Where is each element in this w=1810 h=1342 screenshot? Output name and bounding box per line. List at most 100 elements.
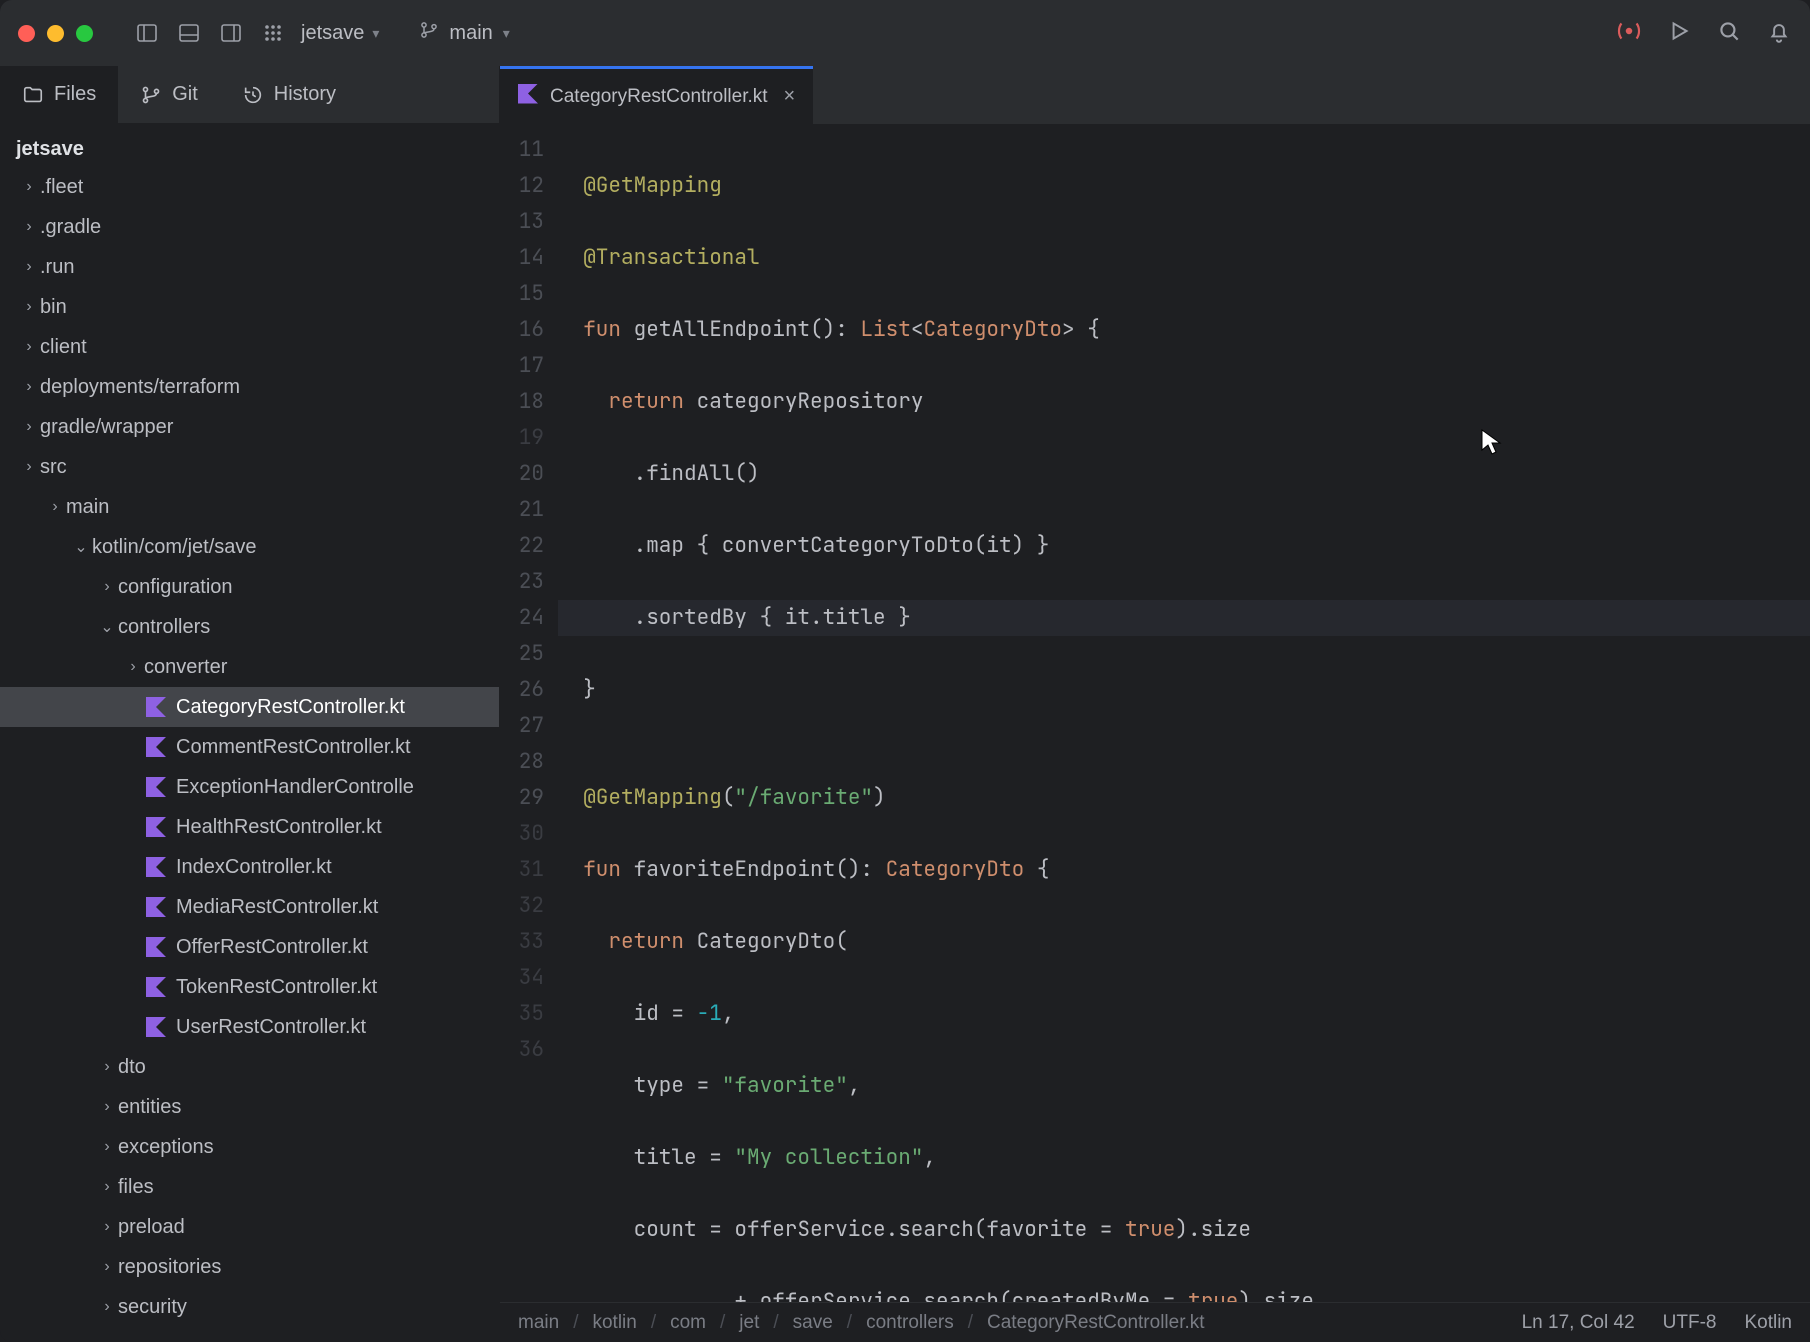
sidebar-tab-label: Git bbox=[172, 83, 198, 106]
right-panel-toggle-icon[interactable] bbox=[217, 19, 245, 47]
breadcrumb[interactable]: kotlin bbox=[592, 1312, 636, 1334]
chevron-right-icon: › bbox=[18, 378, 40, 396]
chevron-right-icon: › bbox=[122, 658, 144, 676]
notifications-icon[interactable] bbox=[1766, 18, 1792, 49]
chevron-right-icon: › bbox=[18, 418, 40, 436]
tree-folder[interactable]: ›.run bbox=[0, 247, 499, 287]
breadcrumb[interactable]: com bbox=[670, 1312, 706, 1334]
tree-folder[interactable]: ›main bbox=[0, 487, 499, 527]
branch-selector[interactable]: main ▾ bbox=[419, 20, 509, 46]
sidebar-tab-files[interactable]: Files bbox=[0, 66, 118, 123]
tree-folder[interactable]: ›dto bbox=[0, 1047, 499, 1087]
chevron-right-icon: › bbox=[96, 1178, 118, 1196]
close-window-button[interactable] bbox=[18, 25, 35, 42]
breadcrumbs-bar: main/ kotlin/ com/ jet/ save/ controller… bbox=[500, 1302, 1810, 1342]
tree-root[interactable]: jetsave bbox=[0, 132, 499, 167]
kotlin-icon bbox=[144, 1017, 168, 1037]
tree-folder[interactable]: ›converter bbox=[0, 647, 499, 687]
run-icon[interactable] bbox=[1666, 18, 1692, 49]
folder-icon bbox=[22, 84, 44, 106]
breadcrumb[interactable]: save bbox=[793, 1312, 833, 1334]
file-encoding[interactable]: UTF-8 bbox=[1663, 1312, 1717, 1334]
tree-file[interactable]: CommentRestController.kt bbox=[0, 727, 499, 767]
tree-folder[interactable]: ›files bbox=[0, 1167, 499, 1207]
chevron-right-icon: › bbox=[96, 1098, 118, 1116]
tree-folder[interactable]: ⌄kotlin/com/jet/save bbox=[0, 527, 499, 567]
tree-file[interactable]: UserRestController.kt bbox=[0, 1007, 499, 1047]
breadcrumb[interactable]: CategoryRestController.kt bbox=[987, 1312, 1205, 1334]
code-content[interactable]: @GetMapping @Transactional fun getAllEnd… bbox=[558, 124, 1810, 1302]
tree-folder[interactable]: ›preload bbox=[0, 1207, 499, 1247]
sidebar-tab-git[interactable]: Git bbox=[118, 66, 220, 123]
tree-file[interactable]: MediaRestController.kt bbox=[0, 887, 499, 927]
history-icon bbox=[242, 84, 264, 106]
editor-tab[interactable]: CategoryRestController.kt × bbox=[500, 66, 813, 124]
tree-file[interactable]: IndexController.kt bbox=[0, 847, 499, 887]
branch-name: main bbox=[449, 22, 492, 45]
file-language[interactable]: Kotlin bbox=[1744, 1312, 1792, 1334]
tree-folder[interactable]: ›gradle/wrapper bbox=[0, 407, 499, 447]
kotlin-icon bbox=[518, 84, 538, 110]
tree-folder[interactable]: ›configuration bbox=[0, 567, 499, 607]
breadcrumb[interactable]: controllers bbox=[866, 1312, 954, 1334]
project-selector[interactable]: jetsave ▾ bbox=[301, 22, 379, 45]
chevron-right-icon: › bbox=[18, 338, 40, 356]
file-tree[interactable]: jetsave ›.fleet ›.gradle ›.run ›bin ›cli… bbox=[0, 124, 499, 1342]
tree-folder[interactable]: ›exceptions bbox=[0, 1127, 499, 1167]
tree-file[interactable]: HealthRestController.kt bbox=[0, 807, 499, 847]
tree-folder[interactable]: ›security bbox=[0, 1287, 499, 1327]
tree-file[interactable]: CategoryRestController.kt bbox=[0, 687, 499, 727]
grid-apps-icon[interactable] bbox=[259, 19, 287, 47]
branch-icon bbox=[140, 84, 162, 106]
tree-file[interactable]: TokenRestController.kt bbox=[0, 967, 499, 1007]
chevron-right-icon: › bbox=[18, 218, 40, 236]
chevron-right-icon: › bbox=[96, 1138, 118, 1156]
kotlin-icon bbox=[144, 857, 168, 877]
editor-tab-strip: CategoryRestController.kt × bbox=[500, 66, 1810, 124]
traffic-lights bbox=[18, 25, 93, 42]
chevron-down-icon: ▾ bbox=[372, 25, 379, 42]
code-with-me-icon[interactable] bbox=[1616, 18, 1642, 49]
titlebar-right bbox=[1616, 18, 1792, 49]
sidebar-tab-label: History bbox=[274, 83, 336, 106]
tree-file[interactable]: OfferRestController.kt bbox=[0, 927, 499, 967]
tree-folder[interactable]: ›.fleet bbox=[0, 167, 499, 207]
breadcrumb[interactable]: main bbox=[518, 1312, 559, 1334]
chevron-down-icon: ⌄ bbox=[70, 537, 92, 557]
breadcrumb[interactable]: jet bbox=[739, 1312, 759, 1334]
gutter: 1112131415161718192021222324252627282930… bbox=[500, 124, 558, 1302]
tree-file[interactable]: ExceptionHandlerControlle bbox=[0, 767, 499, 807]
kotlin-icon bbox=[144, 937, 168, 957]
bottom-panel-toggle-icon[interactable] bbox=[175, 19, 203, 47]
sidebar-tab-label: Files bbox=[54, 83, 96, 106]
left-panel-toggle-icon[interactable] bbox=[133, 19, 161, 47]
tree-folder[interactable]: ⌄controllers bbox=[0, 607, 499, 647]
chevron-right-icon: › bbox=[96, 1058, 118, 1076]
editor-tab-label: CategoryRestController.kt bbox=[550, 86, 768, 108]
cursor-position[interactable]: Ln 17, Col 42 bbox=[1522, 1312, 1635, 1334]
kotlin-icon bbox=[144, 777, 168, 797]
chevron-right-icon: › bbox=[96, 1218, 118, 1236]
chevron-down-icon: ▾ bbox=[503, 25, 510, 42]
chevron-down-icon: ⌄ bbox=[96, 617, 118, 637]
search-icon[interactable] bbox=[1716, 18, 1742, 49]
sidebar-tab-history[interactable]: History bbox=[220, 66, 358, 123]
minimize-window-button[interactable] bbox=[47, 25, 64, 42]
tree-folder[interactable]: ›.gradle bbox=[0, 207, 499, 247]
kotlin-icon bbox=[144, 697, 168, 717]
tree-folder[interactable]: ›repositories bbox=[0, 1247, 499, 1287]
tree-folder[interactable]: ›src bbox=[0, 447, 499, 487]
tree-folder[interactable]: ›client bbox=[0, 327, 499, 367]
chevron-right-icon: › bbox=[18, 458, 40, 476]
tree-folder[interactable]: ›entities bbox=[0, 1087, 499, 1127]
close-tab-button[interactable]: × bbox=[784, 85, 796, 108]
sidebar-tab-strip: Files Git History bbox=[0, 66, 499, 124]
ide-window: jetsave ▾ main ▾ Files Git bbox=[0, 0, 1810, 1342]
kotlin-icon bbox=[144, 737, 168, 757]
sidebar: Files Git History jetsave ›.fleet ›.grad… bbox=[0, 66, 500, 1342]
status-bar-right: Ln 17, Col 42 UTF-8 Kotlin bbox=[1522, 1312, 1792, 1334]
code-editor[interactable]: 1112131415161718192021222324252627282930… bbox=[500, 124, 1810, 1302]
tree-folder[interactable]: ›deployments/terraform bbox=[0, 367, 499, 407]
zoom-window-button[interactable] bbox=[76, 25, 93, 42]
tree-folder[interactable]: ›bin bbox=[0, 287, 499, 327]
